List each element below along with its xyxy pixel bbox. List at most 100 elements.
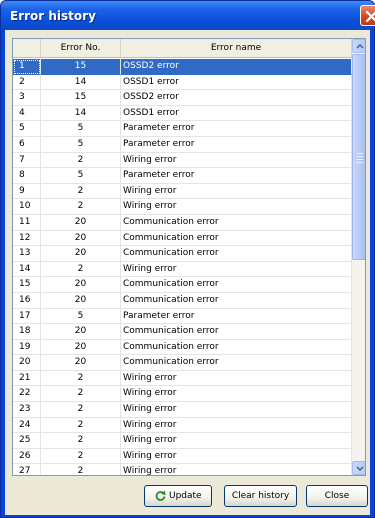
error-history-table: Error No. Error name 1 15 OSSD2 error 2 14 OS… (12, 38, 366, 476)
error-no-cell: 2 (41, 402, 121, 418)
scroll-grip (357, 159, 363, 160)
error-no-cell: 2 (41, 261, 121, 278)
error-name-cell: Wiring error (121, 199, 352, 215)
table-row[interactable]: 6 5 Parameter error (13, 136, 352, 153)
row-index-cell: 25 (13, 433, 41, 449)
table-row[interactable]: 9 2 Wiring error (13, 183, 352, 200)
row-index-cell: 10 (13, 199, 41, 215)
refresh-icon (155, 490, 166, 501)
error-name-cell: Wiring error (121, 417, 352, 434)
error-name-cell: Wiring error (121, 448, 352, 465)
error-name-cell: Wiring error (121, 433, 352, 449)
table-row[interactable]: 3 15 OSSD2 error (13, 90, 352, 106)
table-row[interactable]: 21 2 Wiring error (13, 370, 352, 387)
table-row[interactable]: 18 20 Communication error (13, 324, 352, 340)
row-index-cell: 8 (13, 168, 41, 184)
row-index-cell: 1 (13, 59, 41, 75)
error-no-cell: 5 (41, 136, 121, 153)
error-name-cell: Communication error (121, 292, 352, 309)
table-row[interactable]: 19 20 Communication error (13, 339, 352, 356)
error-no-cell: 20 (41, 277, 121, 293)
table-row[interactable]: 27 2 Wiring error (13, 464, 352, 475)
table-row[interactable]: 16 20 Communication error (13, 292, 352, 309)
scroll-thumb[interactable] (352, 54, 365, 260)
table-row[interactable]: 22 2 Wiring error (13, 386, 352, 403)
close-button[interactable]: Close (306, 485, 368, 507)
table-row[interactable]: 23 2 Wiring error (13, 402, 352, 418)
table-row[interactable]: 10 2 Wiring error (13, 199, 352, 215)
table-rows: 1 15 OSSD2 error 2 14 OSSD1 error 3 15 OSSD2 err… (13, 59, 352, 475)
row-index-cell: 19 (13, 339, 41, 356)
table-row[interactable]: 11 20 Communication error (13, 214, 352, 231)
error-no-cell: 5 (41, 168, 121, 184)
error-name-cell: Parameter error (121, 121, 352, 137)
row-index-cell: 24 (13, 417, 41, 434)
table-row[interactable]: 1 15 OSSD2 error (13, 59, 352, 75)
update-button[interactable]: Update (144, 485, 212, 507)
column-header-error-name[interactable]: Error name (121, 39, 352, 58)
error-name-cell: Parameter error (121, 308, 352, 325)
error-no-cell: 2 (41, 370, 121, 387)
table-row[interactable]: 2 14 OSSD1 error (13, 74, 352, 91)
title-bar[interactable]: Error history (1, 1, 375, 30)
table-row[interactable]: 8 5 Parameter error (13, 168, 352, 184)
error-no-cell: 2 (41, 386, 121, 403)
scroll-grip (357, 153, 363, 154)
title-close-button[interactable] (360, 5, 375, 26)
row-index-cell: 15 (13, 277, 41, 293)
error-name-cell: Communication error (121, 214, 352, 231)
table-row[interactable]: 13 20 Communication error (13, 246, 352, 262)
error-no-cell: 20 (41, 355, 121, 371)
error-no-cell: 20 (41, 214, 121, 231)
error-no-cell: 20 (41, 246, 121, 262)
table-row[interactable]: 7 2 Wiring error (13, 152, 352, 169)
error-name-cell: Parameter error (121, 136, 352, 153)
row-index-cell: 18 (13, 324, 41, 340)
table-row[interactable]: 12 20 Communication error (13, 230, 352, 247)
clear-history-button[interactable]: Clear history (224, 485, 297, 507)
row-index-cell: 13 (13, 246, 41, 262)
error-name-cell: Communication error (121, 355, 352, 371)
error-history-window: Error history Error No. Error name 1 15 OS… (0, 0, 375, 518)
column-header-error-no[interactable]: Error No. (41, 39, 121, 58)
table-row[interactable]: 4 14 OSSD1 error (13, 105, 352, 122)
error-name-cell: OSSD1 error (121, 105, 352, 122)
scroll-up-button[interactable] (352, 39, 365, 53)
table-header: Error No. Error name (13, 39, 352, 58)
table-row[interactable]: 20 20 Communication error (13, 355, 352, 371)
dialog-body: Error No. Error name 1 15 OSSD2 error 2 14 OS… (5, 30, 370, 515)
error-no-cell: 2 (41, 199, 121, 215)
vertical-scrollbar[interactable] (352, 39, 365, 475)
table-row[interactable]: 5 5 Parameter error (13, 121, 352, 137)
error-no-cell: 14 (41, 105, 121, 122)
error-no-cell: 14 (41, 74, 121, 91)
error-no-cell: 2 (41, 417, 121, 434)
table-row[interactable]: 25 2 Wiring error (13, 433, 352, 449)
table-row[interactable]: 24 2 Wiring error (13, 417, 352, 434)
error-no-cell: 2 (41, 152, 121, 169)
chevron-down-icon (356, 466, 364, 471)
row-index-cell: 4 (13, 105, 41, 122)
table-row[interactable]: 15 20 Communication error (13, 277, 352, 293)
row-index-cell: 27 (13, 464, 41, 475)
row-index-cell: 14 (13, 261, 41, 278)
error-name-cell: Wiring error (121, 152, 352, 169)
error-name-cell: Communication error (121, 277, 352, 293)
error-no-cell: 2 (41, 183, 121, 200)
error-no-cell: 2 (41, 448, 121, 465)
error-name-cell: Wiring error (121, 370, 352, 387)
table-row[interactable]: 17 5 Parameter error (13, 308, 352, 325)
row-index-cell: 3 (13, 90, 41, 106)
window-title: Error history (10, 9, 96, 23)
table-row[interactable]: 14 2 Wiring error (13, 261, 352, 278)
error-name-cell: Wiring error (121, 386, 352, 403)
error-name-cell: Wiring error (121, 464, 352, 475)
scroll-down-button[interactable] (352, 461, 365, 475)
table-row[interactable]: 26 2 Wiring error (13, 448, 352, 465)
error-name-cell: Wiring error (121, 183, 352, 200)
error-name-cell: Wiring error (121, 261, 352, 278)
column-header-index[interactable] (13, 39, 41, 58)
error-name-cell: OSSD2 error (121, 59, 352, 75)
error-no-cell: 20 (41, 230, 121, 247)
row-index-cell: 23 (13, 402, 41, 418)
